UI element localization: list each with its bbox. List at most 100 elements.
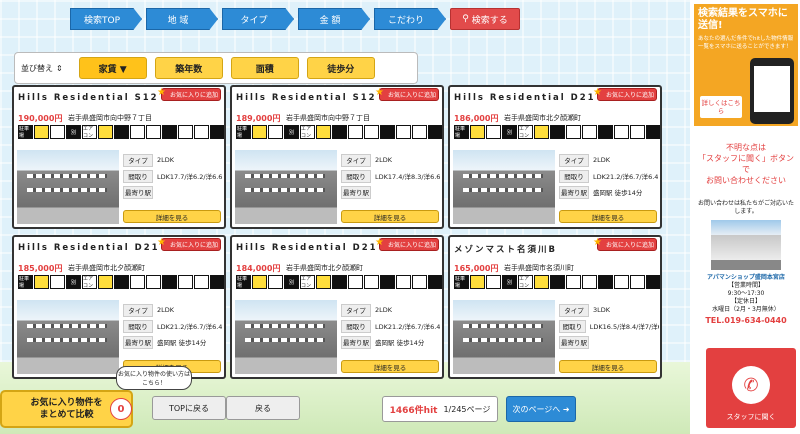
add-favorite-button[interactable]: ★ お気に入りに追加 [157, 237, 221, 251]
station-key: 最寄り駅 [341, 185, 371, 199]
property-title[interactable]: Hills Residential S12 [18, 93, 159, 103]
back-button[interactable]: 戻る [226, 396, 300, 420]
more-info-button[interactable]: 詳しくはこちら [700, 96, 742, 118]
sort-rent-button[interactable]: 家賃 ▼ [78, 57, 147, 79]
add-favorite-button[interactable]: ★ お気に入りに追加 [593, 87, 657, 101]
property-info: タイプ 3LDK 間取りLDK16.5/洋8.4/洋7/洋6.5 最寄り駅 [559, 303, 659, 351]
feature-icons: 駐車場 別エアコン [18, 275, 224, 289]
layout-value: LDK17.7/洋6.2/洋6.6 [157, 173, 223, 181]
view-details-button[interactable]: 詳細を見る [341, 210, 439, 223]
fav-help-bubble[interactable]: お気に入り物件の使い方はこちら！ [116, 366, 192, 390]
call-staff-button[interactable]: ✆ スタッフに聞く [706, 348, 796, 428]
search-button[interactable]: ⚲ 検索する [450, 8, 520, 30]
smartphone-ad[interactable]: 検索結果をスマホに送信! あなたの選んだ条件でhitした物件情報一覧をスマホに送… [694, 4, 798, 126]
feature-icon [486, 275, 501, 289]
property-photo[interactable] [235, 150, 337, 224]
add-favorite-button[interactable]: ★ お気に入りに追加 [593, 237, 657, 251]
property-title[interactable]: Hills Residential S12 [236, 93, 377, 103]
layout-value: LDK17.4/洋8.3/洋6.6 [375, 173, 441, 181]
feature-icon [534, 275, 549, 289]
smartphone-icon [750, 58, 794, 124]
layout-value: LDK21.2/洋6.7/洋6.4 [593, 173, 659, 181]
property-photo[interactable] [17, 300, 119, 374]
property-title[interactable]: Hills Residential D21 [454, 93, 596, 103]
feature-icon [534, 125, 549, 139]
add-favorite-button[interactable]: ★ お気に入りに追加 [375, 237, 439, 251]
type-value: 2LDK [375, 306, 393, 314]
feature-icon: 駐車場 [236, 125, 251, 139]
smartphone-ad-title: 検索結果をスマホに送信! [698, 8, 788, 31]
property-title[interactable]: メゾンマスト名須川B [454, 243, 557, 255]
view-details-button[interactable]: 詳細を見る [341, 360, 439, 373]
station-key: 最寄り駅 [123, 335, 153, 349]
feature-icon [316, 275, 331, 289]
property-card[interactable]: Hills Residential S12 ★ お気に入りに追加 189,000円… [230, 85, 444, 229]
top-button[interactable]: TOPに戻る [152, 396, 226, 420]
sort-age-button[interactable]: 築年数 [154, 57, 223, 79]
feature-icon [364, 125, 379, 139]
step-type[interactable]: タイプ [222, 8, 294, 30]
sort-arrows-icon: ⇕ [56, 63, 63, 73]
feature-icon [146, 125, 161, 139]
property-photo[interactable] [17, 150, 119, 224]
property-card[interactable]: Hills Residential D21 ★ お気に入りに追加 186,000円… [448, 85, 662, 229]
property-photo[interactable] [235, 300, 337, 374]
property-info: タイプ 2LDK 間取り LDK17.4/洋8.3/洋6.6 最寄り駅 [341, 153, 441, 201]
feature-icon [348, 275, 363, 289]
feature-icon: エアコン [82, 125, 97, 139]
property-price: 186,000円 [454, 114, 499, 123]
property-title[interactable]: Hills Residential D21 [236, 243, 378, 253]
sort-walk-button[interactable]: 徒歩分 [306, 57, 375, 79]
feature-icon [50, 275, 65, 289]
feature-icon [178, 125, 193, 139]
next-page-button[interactable]: 次のページへ ➜ [506, 396, 576, 422]
feature-icon: 別 [66, 275, 81, 289]
sort-area-button[interactable]: 面積 [230, 57, 299, 79]
fav-compare-line2: まとめて比較 [39, 410, 94, 420]
type-key: タイプ [123, 153, 153, 167]
feature-icon [332, 125, 347, 139]
feature-icon: エアコン [82, 275, 97, 289]
feature-icon [316, 125, 331, 139]
feature-icon: 別 [502, 275, 517, 289]
property-card[interactable]: Hills Residential S12 ★ お気に入りに追加 190,000円… [12, 85, 226, 229]
layout-key: 間取り [341, 319, 371, 333]
add-favorite-button[interactable]: ★ お気に入りに追加 [375, 87, 439, 101]
feature-icon: エアコン [518, 275, 533, 289]
inquiry-line1: 不明な点は [726, 143, 766, 152]
feature-icon: 駐車場 [454, 275, 469, 289]
view-details-button[interactable]: 詳細を見る [559, 210, 657, 223]
feature-icon [614, 125, 629, 139]
property-card[interactable]: メゾンマスト名須川B ★ お気に入りに追加 165,000円 岩手県盛岡市名須川町… [448, 235, 662, 379]
step-search-top[interactable]: 検索TOP [70, 8, 142, 30]
shop-photo [711, 220, 781, 270]
layout-key: 間取り [559, 169, 589, 183]
type-value: 2LDK [593, 156, 611, 164]
view-details-button[interactable]: 詳細を見る [123, 210, 221, 223]
step-preference[interactable]: こだわり [374, 8, 446, 30]
step-area[interactable]: 地 域 [146, 8, 218, 30]
hours-value: 9:30～17:30 [727, 290, 765, 297]
add-favorite-button[interactable]: ★ お気に入りに追加 [157, 87, 221, 101]
station-value: 盛岡駅 徒歩14分 [375, 339, 425, 347]
property-info: タイプ 2LDK 間取り LDK21.2/洋6.7/洋6.4 最寄り駅 盛岡駅 徒歩1… [341, 303, 441, 351]
property-address: 岩手県盛岡市向中野７丁目 [68, 114, 152, 122]
feature-icons: 駐車場 別エアコン [454, 125, 660, 139]
property-price: 189,000円 [236, 114, 281, 123]
feature-icon [98, 125, 113, 139]
feature-icon: 別 [284, 125, 299, 139]
feature-icon [268, 275, 283, 289]
bottom-bar: お気に入り物件の使い方はこちら！ お気に入り物件を まとめて比較 0 TOPに戻… [0, 366, 690, 434]
next-page-label: 次のページへ [512, 404, 561, 414]
step-price[interactable]: 金 額 [298, 8, 370, 30]
feature-icon: 別 [284, 275, 299, 289]
search-steps: 検索TOP 地 域 タイプ 金 額 こだわり ⚲ 検索する [70, 8, 520, 30]
feature-icon [428, 125, 442, 139]
property-card[interactable]: Hills Residential D21 ★ お気に入りに追加 184,000円… [230, 235, 444, 379]
feature-icon [210, 125, 224, 139]
property-card[interactable]: Hills Residential D21 ★ お気に入りに追加 185,000円… [12, 235, 226, 379]
view-details-button[interactable]: 詳細を見る [559, 360, 657, 373]
property-photo[interactable] [453, 300, 555, 374]
property-photo[interactable] [453, 150, 555, 224]
property-title[interactable]: Hills Residential D21 [18, 243, 160, 253]
